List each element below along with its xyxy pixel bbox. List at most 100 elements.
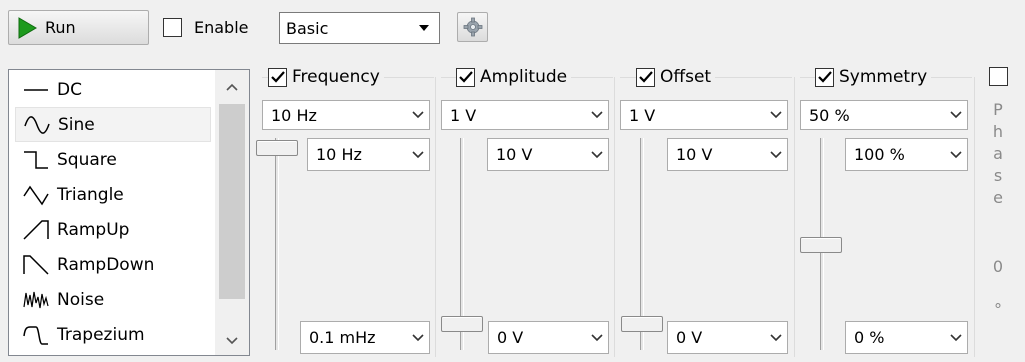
scrollbar-thumb[interactable]	[219, 104, 245, 299]
phase-letter: s	[993, 166, 1003, 185]
symmetry-slider-thumb[interactable]	[800, 237, 842, 253]
list-item-label: RampDown	[57, 254, 155, 275]
amplitude-max: 10 V	[496, 145, 533, 164]
symmetry-header: Symmetry	[815, 67, 932, 87]
group-divider	[614, 77, 615, 357]
amplitude-min: 0 V	[497, 328, 524, 347]
phase-letter: P	[993, 100, 1003, 119]
frequency-value: 10 Hz	[271, 105, 317, 125]
chevron-down-icon	[407, 111, 429, 119]
gear-icon	[463, 17, 483, 37]
ramp-down-wave-icon	[15, 254, 57, 276]
frequency-max: 10 Hz	[316, 145, 362, 164]
noise-wave-icon	[15, 289, 57, 311]
chevron-down-icon	[945, 150, 967, 159]
frequency-slider-track	[275, 138, 279, 350]
frequency-slider-thumb[interactable]	[256, 140, 298, 156]
offset-max: 10 V	[676, 145, 713, 164]
run-label: Run	[45, 18, 76, 37]
group-divider	[435, 77, 436, 357]
triangle-wave-icon	[15, 184, 57, 206]
list-item-square[interactable]: Square	[15, 142, 211, 177]
list-item-label: Square	[57, 149, 117, 170]
waveform-list[interactable]: DC Sine Square Triangle RampUp RampDown	[8, 69, 250, 356]
dc-wave-icon	[15, 80, 57, 100]
frequency-min: 0.1 mHz	[309, 328, 376, 347]
list-item-noise[interactable]: Noise	[15, 282, 211, 317]
offset-label: Offset	[660, 67, 712, 87]
list-item-rampdown[interactable]: RampDown	[15, 247, 211, 282]
phase-letter: h	[992, 122, 1004, 141]
list-item-label: Triangle	[57, 184, 124, 205]
symmetry-max-select[interactable]: 100 %	[845, 138, 968, 171]
amplitude-header: Amplitude	[456, 67, 572, 87]
sine-wave-icon	[16, 114, 58, 136]
amplitude-max-select[interactable]: 10 V	[487, 138, 609, 171]
offset-value: 1 V	[629, 105, 656, 125]
ramp-up-wave-icon	[15, 219, 57, 241]
phase-unit: °	[994, 300, 1002, 319]
list-item-dc[interactable]: DC	[15, 72, 211, 107]
trapezium-wave-icon	[15, 324, 57, 346]
offset-value-select[interactable]: 1 V	[620, 100, 788, 130]
amplitude-value: 1 V	[450, 105, 477, 125]
symmetry-value-select[interactable]: 50 %	[800, 100, 968, 130]
frequency-min-select[interactable]: 0.1 mHz	[300, 321, 430, 354]
symmetry-value: 50 %	[809, 105, 850, 125]
enable-label: Enable	[194, 18, 249, 37]
list-item-trapezium[interactable]: Trapezium	[15, 317, 211, 352]
mode-dropdown[interactable]: Basic	[279, 12, 440, 44]
phase-letter: a	[993, 144, 1003, 163]
chevron-down-icon	[407, 150, 429, 159]
phase-checkbox[interactable]	[989, 67, 1008, 86]
amplitude-checkbox[interactable]	[456, 67, 475, 87]
offset-min-select[interactable]: 0 V	[667, 321, 788, 354]
enable-checkbox[interactable]	[163, 18, 182, 37]
symmetry-min: 0 %	[854, 328, 885, 347]
list-item-sine[interactable]: Sine	[15, 107, 211, 142]
symmetry-label: Symmetry	[839, 67, 928, 87]
square-wave-icon	[15, 149, 57, 171]
list-item-label: Trapezium	[57, 324, 145, 345]
frequency-label: Frequency	[292, 67, 380, 87]
frequency-max-select[interactable]: 10 Hz	[307, 138, 430, 171]
list-scrollbar[interactable]	[215, 70, 249, 355]
run-button[interactable]: Run	[8, 10, 149, 45]
symmetry-min-select[interactable]: 0 %	[845, 321, 968, 354]
list-item-label: Noise	[57, 289, 105, 310]
dropdown-arrow-icon	[419, 25, 429, 31]
chevron-down-icon	[407, 333, 429, 342]
amplitude-label: Amplitude	[480, 67, 568, 87]
list-item-label: Sine	[58, 114, 95, 135]
chevron-down-icon	[765, 111, 787, 119]
play-icon	[17, 16, 37, 39]
frequency-header: Frequency	[268, 67, 384, 87]
scroll-down-icon[interactable]	[215, 328, 249, 354]
amplitude-value-select[interactable]: 1 V	[441, 100, 609, 130]
frequency-checkbox[interactable]	[268, 67, 287, 87]
amplitude-min-select[interactable]: 0 V	[488, 321, 609, 354]
group-divider	[974, 77, 975, 357]
chevron-down-icon	[586, 333, 608, 342]
offset-header: Offset	[636, 67, 716, 87]
settings-button[interactable]	[457, 12, 488, 42]
chevron-down-icon	[765, 150, 787, 159]
chevron-down-icon	[945, 333, 967, 342]
offset-min: 0 V	[676, 328, 703, 347]
mode-value: Basic	[286, 18, 329, 38]
scroll-up-icon[interactable]	[215, 74, 249, 100]
group-divider	[794, 77, 795, 357]
list-item-triangle[interactable]: Triangle	[15, 177, 211, 212]
amplitude-slider-thumb[interactable]	[441, 316, 483, 332]
chevron-down-icon	[586, 150, 608, 159]
chevron-down-icon	[945, 111, 967, 119]
offset-max-select[interactable]: 10 V	[667, 138, 788, 171]
symmetry-checkbox[interactable]	[815, 67, 834, 87]
offset-checkbox[interactable]	[636, 67, 655, 87]
list-item-rampup[interactable]: RampUp	[15, 212, 211, 247]
frequency-value-select[interactable]: 10 Hz	[262, 100, 430, 130]
offset-slider-thumb[interactable]	[621, 316, 663, 332]
chevron-down-icon	[586, 111, 608, 119]
phase-letter: e	[993, 188, 1003, 207]
symmetry-max: 100 %	[854, 145, 905, 164]
